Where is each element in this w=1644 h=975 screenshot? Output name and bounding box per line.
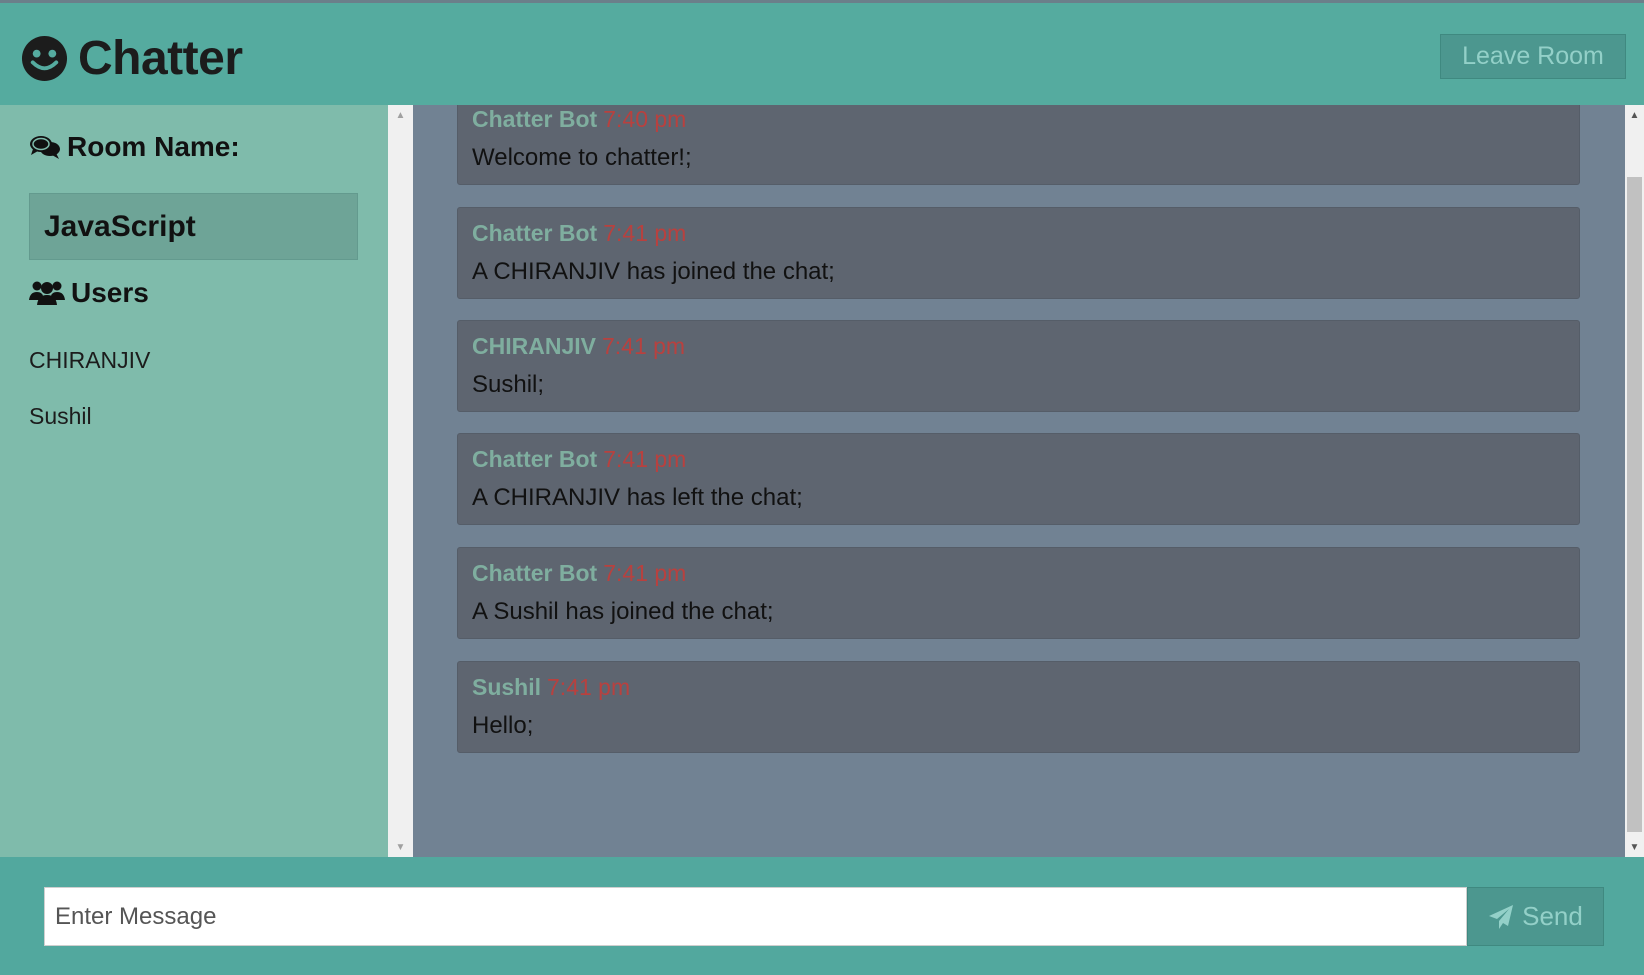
message: CHIRANJIV 7:41 pm Sushil; <box>457 320 1580 412</box>
message-time: 7:41 pm <box>603 446 687 472</box>
users-icon <box>29 281 65 305</box>
message-meta: Sushil 7:41 pm <box>472 674 630 701</box>
user-item: CHIRANJIV <box>29 347 151 373</box>
message-user: Chatter Bot <box>472 446 598 472</box>
message-meta: CHIRANJIV 7:41 pm <box>472 333 685 360</box>
scroll-down-icon[interactable]: ▼ <box>388 837 413 857</box>
message-text: A CHIRANJIV has joined the chat; <box>472 258 835 285</box>
users-heading-label: Users <box>71 277 149 308</box>
message-text: A Sushil has joined the chat; <box>472 598 774 625</box>
chat-scrollbar[interactable]: ▲ ▼ <box>1625 105 1644 857</box>
message-time: 7:41 pm <box>547 674 631 700</box>
room-heading-label: Room Name: <box>67 131 240 162</box>
message: Chatter Bot 7:41 pm A CHIRANJIV has joine… <box>457 207 1580 299</box>
user-item: Sushil <box>29 403 92 429</box>
message: Chatter Bot 7:41 pm A Sushil has joined t… <box>457 547 1580 639</box>
message-user: Sushil <box>472 674 542 700</box>
message-time: 7:41 pm <box>603 560 687 586</box>
message-user: CHIRANJIV <box>472 333 596 359</box>
message-text: Sushil; <box>472 371 545 398</box>
app-logo: Chatter <box>21 31 243 86</box>
message-text: Hello; <box>472 712 534 739</box>
send-label: Send <box>1522 901 1583 931</box>
message: Chatter Bot 7:41 pm A CHIRANJIV has left … <box>457 433 1580 525</box>
message-user: Chatter Bot <box>472 106 598 132</box>
message-meta: Chatter Bot 7:41 pm <box>472 446 686 473</box>
message: Chatter Bot 7:40 pm Welcome to chatter!; <box>457 105 1580 185</box>
chat-scrollbar-thumb[interactable] <box>1627 177 1642 832</box>
users-heading: Users <box>29 277 149 309</box>
message-composer: Send <box>0 857 1644 975</box>
smiley-icon <box>21 35 68 82</box>
sidebar-scrollbar[interactable]: ▲ ▼ <box>388 105 413 857</box>
message-user: Chatter Bot <box>472 560 598 586</box>
message-time: 7:40 pm <box>603 106 687 132</box>
message-user: Chatter Bot <box>472 220 598 246</box>
message: Sushil 7:41 pm Hello; <box>457 661 1580 753</box>
room-name: JavaScript <box>29 193 358 260</box>
scroll-up-icon[interactable]: ▲ <box>388 105 413 125</box>
message-meta: Chatter Bot 7:41 pm <box>472 220 686 247</box>
paper-plane-icon <box>1489 904 1514 929</box>
chat-messages: Chatter Bot 7:40 pm Welcome to chatter!; … <box>413 105 1625 857</box>
message-text: Welcome to chatter!; <box>472 144 692 171</box>
app-title: Chatter <box>78 32 243 85</box>
comments-icon <box>30 136 60 159</box>
message-meta: Chatter Bot 7:40 pm <box>472 106 686 133</box>
scroll-down-icon[interactable]: ▼ <box>1625 837 1644 857</box>
message-time: 7:41 pm <box>603 220 687 246</box>
room-heading: Room Name: <box>29 131 240 163</box>
message-time: 7:41 pm <box>601 333 686 359</box>
leave-room-button[interactable]: Leave Room <box>1440 34 1626 79</box>
message-text: A CHIRANJIV has left the chat; <box>472 484 803 511</box>
scroll-up-icon[interactable]: ▲ <box>1625 105 1644 125</box>
app-header: Chatter Leave Room <box>0 0 1644 105</box>
message-meta: Chatter Bot 7:41 pm <box>472 560 686 587</box>
message-input[interactable] <box>44 887 1467 946</box>
send-button[interactable]: Send <box>1467 887 1604 946</box>
sidebar: Room Name: JavaScript Users CHIRANJIV Su… <box>0 105 388 857</box>
